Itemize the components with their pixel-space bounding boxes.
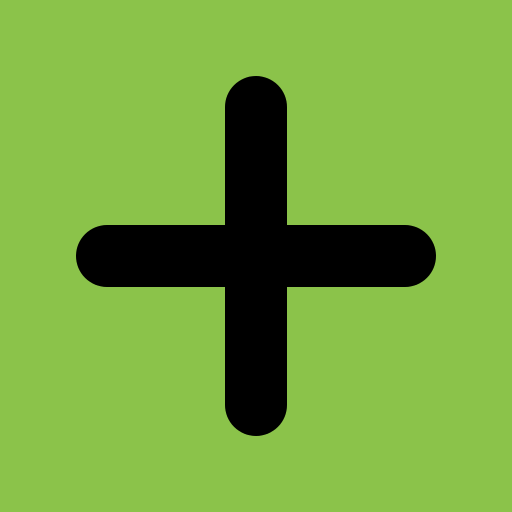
add-button[interactable] — [0, 0, 512, 512]
plus-icon — [76, 76, 436, 436]
